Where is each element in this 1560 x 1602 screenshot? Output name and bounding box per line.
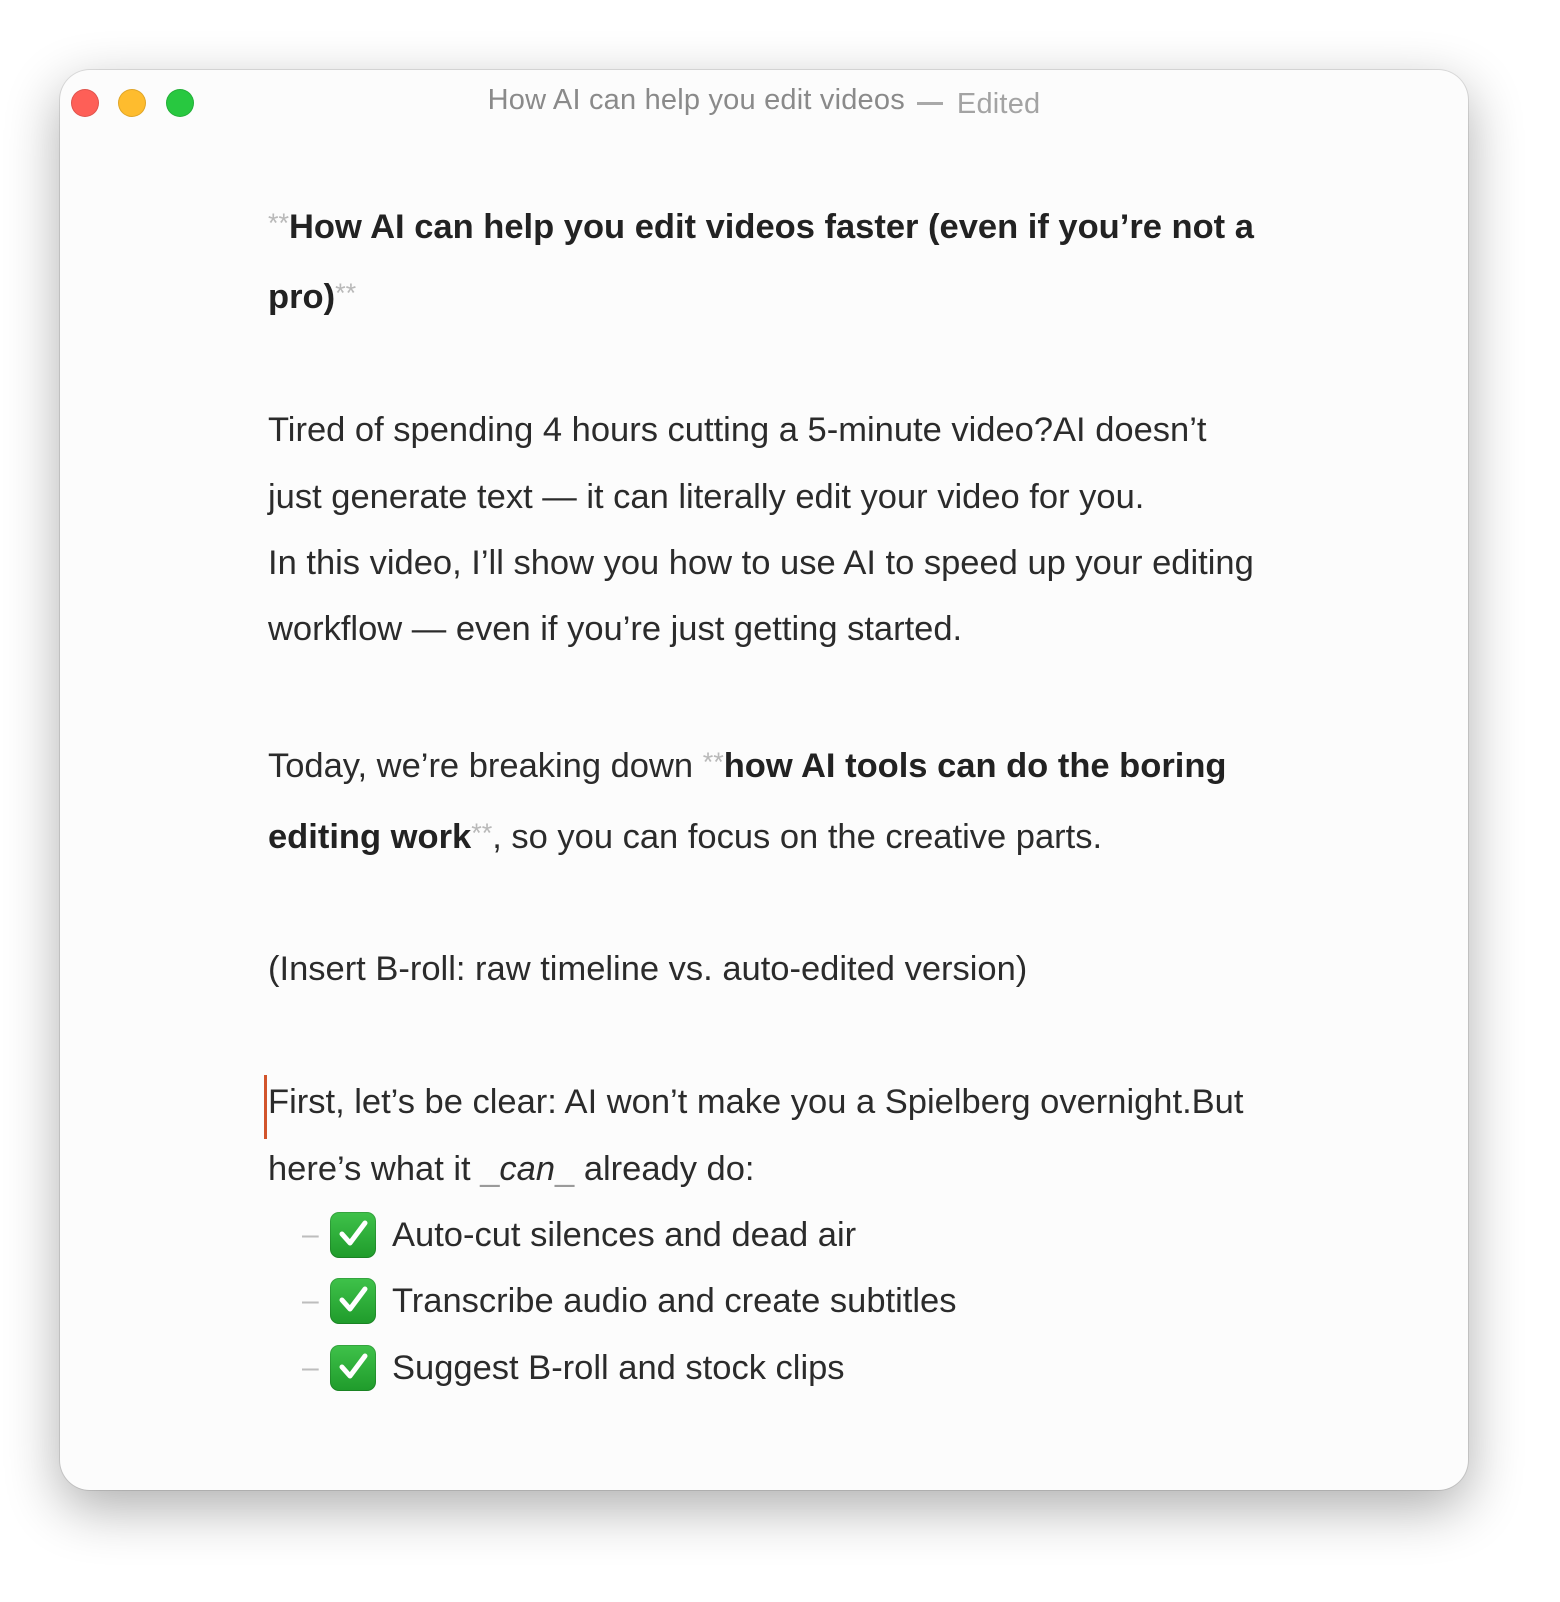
bold-marker-close: **	[471, 817, 493, 848]
edited-status: Edited	[956, 88, 1041, 120]
document-title: How AI can help you edit videos	[487, 84, 905, 116]
italic-marker-open: _	[480, 1149, 500, 1188]
paragraph-first: First, let’s be clear: AI won’t make you…	[264, 1069, 1268, 1202]
list-bullet: –	[302, 1350, 319, 1384]
title-separator	[916, 101, 943, 105]
heading-text: How AI can help you edit videos faster (…	[268, 208, 1254, 317]
text-cursor	[264, 1075, 267, 1140]
list-item-text: Suggest B-roll and stock clips	[392, 1348, 845, 1387]
feature-list: – Auto-cut silences and dead air – Trans…	[268, 1202, 1268, 1401]
check-mark-button-icon	[330, 1212, 376, 1259]
check-mark-button-icon	[330, 1344, 376, 1391]
paragraph-intro: Tired of spending 4 hours cutting a 5-mi…	[268, 411, 1207, 516]
list-bullet: –	[302, 1284, 319, 1318]
bold-marker-open: **	[702, 747, 724, 778]
editor-window: How AI can help you edit videos Edited **…	[60, 70, 1468, 1490]
list-item-text: Auto-cut silences and dead air	[392, 1216, 857, 1255]
bold-marker-open: **	[268, 208, 290, 238]
list-item: – Suggest B-roll and stock clips	[268, 1335, 1268, 1401]
paragraph-today-after: , so you can focus on the creative parts…	[492, 817, 1103, 856]
paragraph-show: In this video, I’ll show you how to use …	[268, 544, 1254, 649]
italic-marker-close: _	[555, 1149, 575, 1188]
list-item: – Auto-cut silences and dead air	[268, 1202, 1268, 1268]
window-title: How AI can help you edit videos Edited	[60, 84, 1468, 120]
paragraph-today-before: Today, we’re breaking down	[268, 747, 703, 786]
paragraph-first-text: First, let’s be clear: AI won’t make you…	[268, 1083, 1244, 1188]
list-item-text: Transcribe audio and create subtitles	[392, 1282, 957, 1321]
paragraph-broll: (Insert B-roll: raw timeline vs. auto-ed…	[268, 950, 1028, 989]
list-item: – Transcribe audio and create subtitles	[268, 1268, 1268, 1334]
bold-marker-close: **	[335, 278, 357, 309]
document-body[interactable]: **How AI can help you edit videos faster…	[264, 190, 1268, 1401]
document-heading: **How AI can help you edit videos faster…	[268, 190, 1268, 331]
paragraph-first-after: already do:	[574, 1149, 755, 1188]
title-bar[interactable]: How AI can help you edit videos Edited	[60, 70, 1468, 138]
list-bullet: –	[302, 1218, 319, 1252]
paragraph-today: Today, we’re breaking down **how AI tool…	[268, 729, 1268, 870]
italic-can: can	[499, 1149, 556, 1188]
check-mark-button-icon	[330, 1278, 376, 1325]
